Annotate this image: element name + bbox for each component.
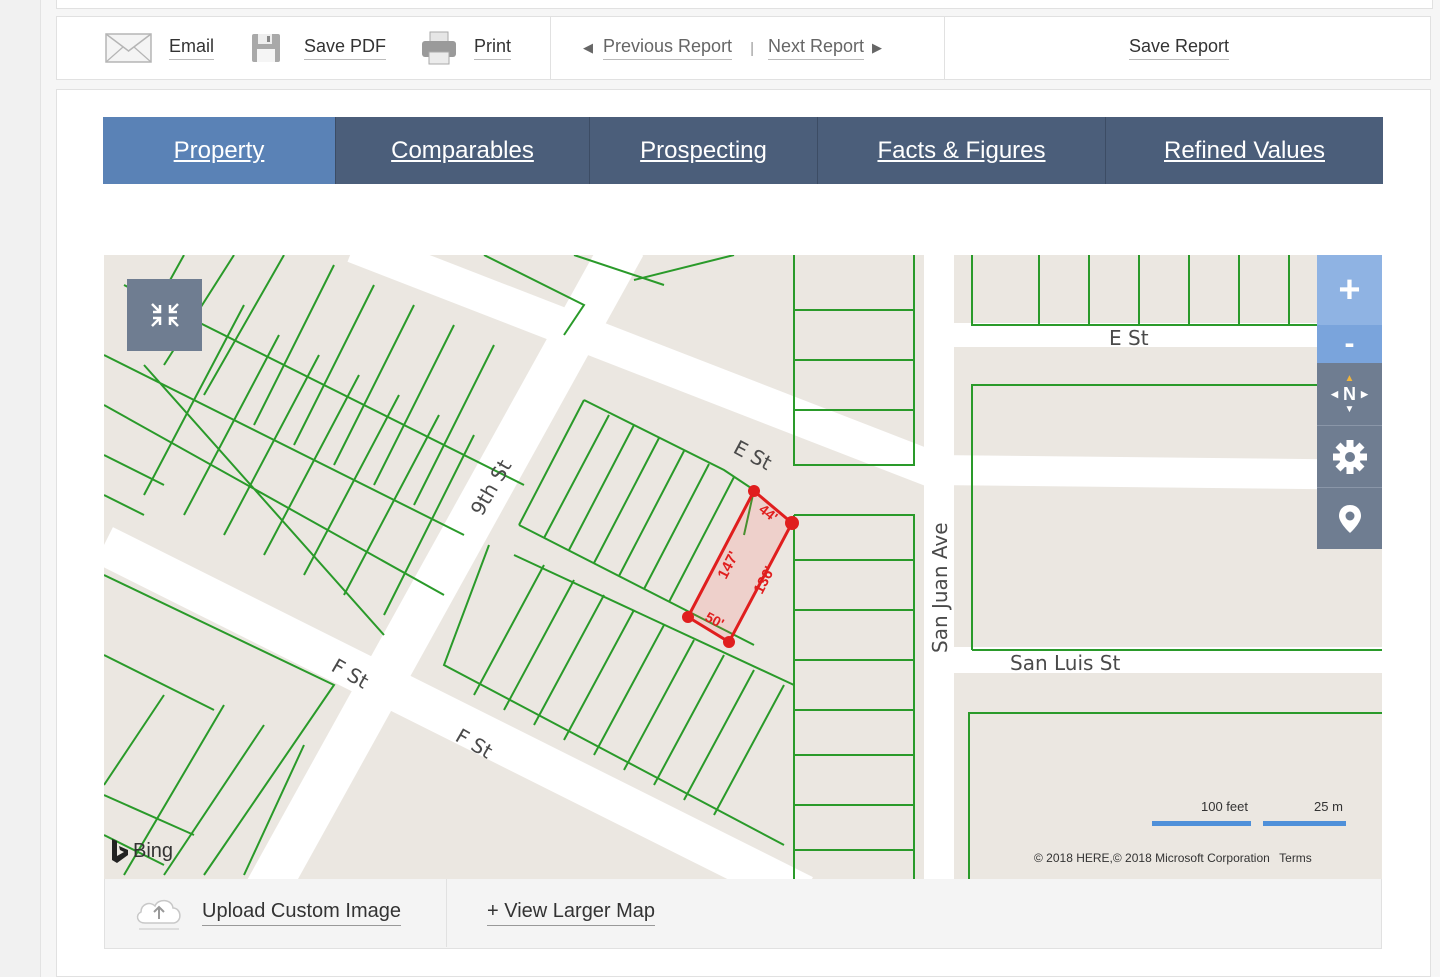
floppy-disk-icon <box>252 34 280 62</box>
save-pdf-label: Save PDF <box>304 36 387 60</box>
previous-report-link[interactable]: Previous Report <box>603 36 733 60</box>
compass-north-label: N <box>1343 383 1356 404</box>
envelope-icon <box>105 33 152 63</box>
email-label: Email <box>169 36 215 60</box>
map-settings-button[interactable] <box>1317 425 1382 487</box>
map-footer: Upload Custom Image + View Larger Map <box>104 879 1382 949</box>
report-toolbar: Email Save PDF Print ◀ Previous Report |… <box>56 16 1431 80</box>
compass-right-icon: ▶ <box>1361 388 1368 399</box>
scale-bar-feet <box>1152 821 1251 826</box>
map-attribution: © 2018 HERE,© 2018 Microsoft Corporation… <box>1034 851 1312 865</box>
report-tabs: Property Comparables Prospecting Facts &… <box>103 117 1383 184</box>
zoom-in-button[interactable]: + <box>1317 255 1382 325</box>
scale-meters-label: 25 m <box>1314 799 1343 814</box>
compass-down-icon: ▼ <box>1344 403 1355 415</box>
tab-refined-values[interactable]: Refined Values <box>1106 117 1383 184</box>
view-larger-map-label: + View Larger Map <box>487 900 656 926</box>
printer-icon <box>422 31 456 65</box>
top-strip <box>56 0 1433 9</box>
compass-left-icon: ◀ <box>1331 388 1338 399</box>
street-label-e-st-mid: E St <box>730 435 776 475</box>
bing-label: Bing <box>133 839 174 862</box>
view-larger-map-link[interactable]: + View Larger Map <box>487 879 656 947</box>
map-scale: 100 feet 25 m <box>1152 799 1352 829</box>
compass-button[interactable]: ▲ ◀ N ▶ ▼ <box>1317 363 1382 425</box>
scale-bar-meters <box>1263 821 1346 826</box>
caret-left-icon: ◀ <box>583 40 593 55</box>
bing-logo: Bing <box>111 838 173 864</box>
zoom-out-button[interactable]: - <box>1317 325 1382 363</box>
footer-divider <box>446 879 447 947</box>
map-pin-icon <box>1338 504 1361 533</box>
bing-b-icon <box>112 839 128 863</box>
selected-parcel[interactable]: 44' 147' 136' 50' <box>682 485 799 648</box>
gear-icon <box>1332 439 1367 474</box>
collapse-map-button[interactable] <box>127 279 202 351</box>
locate-button[interactable] <box>1317 487 1382 549</box>
upload-custom-image-button[interactable]: Upload Custom Image <box>133 879 401 947</box>
compass-up-icon: ▲ <box>1344 372 1355 384</box>
parcel-map[interactable]: 44' 147' 136' 50' E St E St 9th St F St … <box>104 255 1382 879</box>
collapse-icon <box>150 303 179 327</box>
scale-feet-label: 100 feet <box>1201 799 1248 814</box>
upload-custom-image-label: Upload Custom Image <box>202 900 401 926</box>
tab-prospecting[interactable]: Prospecting <box>590 117 818 184</box>
nav-separator: | <box>750 39 754 57</box>
email-button[interactable]: Email <box>105 17 215 79</box>
caret-right-icon: ▶ <box>872 40 883 55</box>
next-report-link[interactable]: Next Report <box>767 36 865 60</box>
cloud-upload-icon <box>136 899 181 930</box>
map-canvas: 44' 147' 136' 50' E St E St 9th St F St … <box>104 255 1382 879</box>
tab-property[interactable]: Property <box>103 117 336 184</box>
print-label: Print <box>474 36 512 60</box>
map-copyright: © 2018 HERE,© 2018 Microsoft Corporation <box>1034 851 1270 865</box>
toolbar-divider <box>550 17 551 79</box>
tab-comparables[interactable]: Comparables <box>336 117 590 184</box>
print-button[interactable]: Print <box>421 17 512 79</box>
toolbar-divider-2 <box>944 17 945 79</box>
save-pdf-button[interactable]: Save PDF <box>250 17 387 79</box>
save-report-label: Save Report <box>1129 36 1230 60</box>
tab-facts-figures[interactable]: Facts & Figures <box>818 117 1106 184</box>
map-controls: + - ▲ ◀ N ▶ ▼ <box>1317 255 1382 549</box>
street-label-san-luis: San Luis St <box>1010 651 1120 675</box>
save-report-button[interactable]: Save Report <box>1129 17 1230 79</box>
street-label-san-juan: San Juan Ave <box>928 523 952 654</box>
report-navigation: ◀ Previous Report | Next Report ▶ <box>583 17 882 79</box>
street-label-e-st-top: E St <box>1109 326 1149 350</box>
map-terms-link[interactable]: Terms <box>1279 851 1312 865</box>
